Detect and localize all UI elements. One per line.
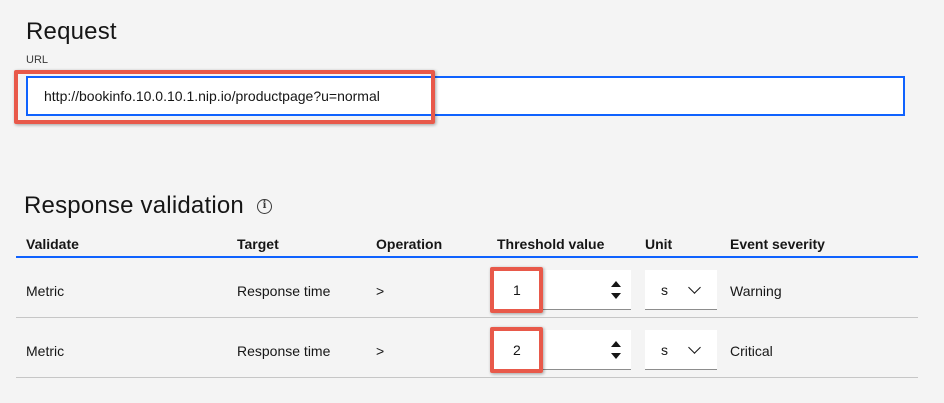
info-icon[interactable]: i: [257, 199, 272, 214]
chevron-down-icon: [688, 341, 701, 354]
row-2-validate: Metric: [26, 343, 65, 359]
row-2-operation: >: [376, 343, 385, 359]
column-header-validate: Validate: [26, 236, 79, 252]
column-header-operation: Operation: [376, 236, 443, 252]
row-1-threshold-stepper[interactable]: [609, 279, 623, 301]
row-1-threshold-input[interactable]: 1: [493, 270, 631, 310]
chevron-down-icon: [688, 281, 701, 294]
column-header-event-severity: Event severity: [730, 236, 825, 252]
response-validation-title: Response validation: [24, 192, 244, 219]
row-1-unit-select[interactable]: s: [645, 270, 717, 310]
stepper-up-icon[interactable]: [611, 341, 621, 347]
row-divider: [16, 317, 918, 318]
row-2-severity: Critical: [730, 343, 773, 359]
request-title: Request: [26, 18, 117, 45]
row-1-operation: >: [376, 283, 385, 299]
table-header-divider: [16, 256, 918, 258]
row-1-unit-value: s: [661, 282, 668, 298]
request-form-page: Request URL Response validation i Valida…: [0, 0, 944, 403]
row-2-unit-value: s: [661, 342, 668, 358]
row-1-validate: Metric: [26, 283, 65, 299]
column-header-target: Target: [237, 236, 279, 252]
row-2-unit-select[interactable]: s: [645, 330, 717, 370]
column-header-threshold-value: Threshold value: [497, 236, 605, 252]
row-2-threshold-value: 2: [513, 342, 521, 358]
row-2-target: Response time: [237, 343, 331, 359]
url-input[interactable]: [26, 76, 905, 116]
row-divider: [16, 377, 918, 378]
row-2-threshold-stepper[interactable]: [609, 339, 623, 361]
url-label: URL: [26, 54, 49, 66]
row-1-severity: Warning: [730, 283, 782, 299]
row-2-threshold-input[interactable]: 2: [493, 330, 631, 370]
stepper-down-icon[interactable]: [611, 293, 621, 299]
column-header-unit: Unit: [645, 236, 673, 252]
row-1-threshold-value: 1: [513, 282, 521, 298]
stepper-up-icon[interactable]: [611, 281, 621, 287]
row-1-target: Response time: [237, 283, 331, 299]
stepper-down-icon[interactable]: [611, 353, 621, 359]
